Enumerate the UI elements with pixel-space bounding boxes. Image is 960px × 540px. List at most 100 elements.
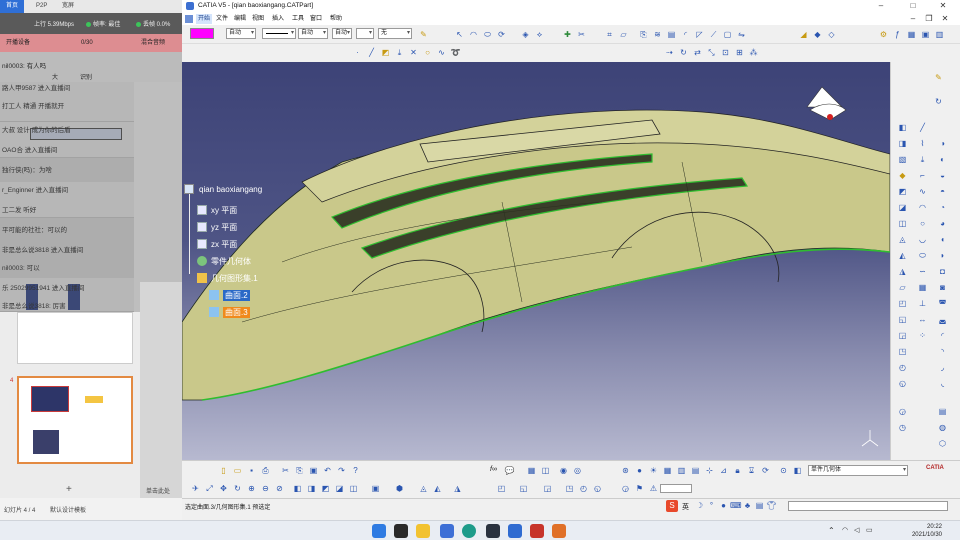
draft-icon[interactable]: ⟋: [708, 29, 719, 40]
ime-menu-icon[interactable]: ▤: [754, 500, 765, 511]
save-icon[interactable]: ▪: [246, 465, 257, 476]
tree-item-zx-plane[interactable]: zx 平面: [211, 239, 237, 250]
extrude-icon[interactable]: ⬭: [482, 29, 493, 40]
line-icon[interactable]: ╱: [366, 47, 377, 58]
tab-p2p[interactable]: P2P: [30, 0, 53, 13]
split-icon[interactable]: ✂: [576, 29, 587, 40]
split-surface-icon[interactable]: ◰: [897, 298, 908, 309]
material-icon[interactable]: ◉: [558, 465, 569, 476]
sweep-icon[interactable]: ◨: [897, 138, 908, 149]
projection-icon[interactable]: ⤓: [394, 47, 405, 58]
thicken-icon[interactable]: ▤: [666, 29, 677, 40]
law-icon[interactable]: ▦: [906, 29, 917, 40]
analysis-connect-icon[interactable]: ◶: [897, 406, 908, 417]
minimize-icon[interactable]: –: [876, 1, 886, 11]
tab-home[interactable]: 首页: [0, 0, 25, 13]
desktop-app-icon[interactable]: [440, 524, 454, 538]
knowledge-2-icon[interactable]: ◱: [518, 483, 529, 494]
history-icon[interactable]: ⌛︎: [746, 465, 757, 476]
draft-analysis-icon[interactable]: ◷: [897, 422, 908, 433]
blend-surface-icon[interactable]: ◭: [897, 250, 908, 261]
axis-to-axis-icon[interactable]: ⊞: [734, 47, 745, 58]
light-icon[interactable]: ☀: [648, 465, 659, 476]
power-input-field[interactable]: [788, 501, 948, 511]
catalog-icon[interactable]: ◴: [578, 483, 589, 494]
translate-surface-icon[interactable]: ◳: [897, 346, 908, 357]
front-view-icon[interactable]: ◗: [937, 250, 948, 261]
boundary-curve-icon[interactable]: ▱: [897, 282, 908, 293]
apply-material-icon[interactable]: ⊛: [620, 465, 631, 476]
rendering-combo[interactable]: 无: [378, 28, 412, 39]
line-tool-icon[interactable]: ╱: [917, 122, 928, 133]
edge-browser-icon[interactable]: [462, 524, 476, 538]
ime-punct-icon[interactable]: °: [706, 500, 717, 511]
file-explorer-icon[interactable]: [416, 524, 430, 538]
side-view-icon[interactable]: ◙: [937, 282, 948, 293]
menu-window[interactable]: 窗口: [308, 14, 324, 24]
affinity-icon[interactable]: ⊡: [720, 47, 731, 58]
tree-root[interactable]: qian baoxiangang: [199, 185, 262, 194]
whats-this-icon[interactable]: ?: [350, 465, 361, 476]
ime-skin-icon[interactable]: ♣: [742, 500, 753, 511]
menu-file[interactable]: 文件: [214, 14, 230, 24]
color-swatch[interactable]: [190, 28, 214, 39]
fillet-surface-icon[interactable]: ◱: [897, 314, 908, 325]
mirror-icon[interactable]: ⇋: [736, 29, 747, 40]
perspective-icon[interactable]: ◝: [937, 346, 948, 357]
shell-icon[interactable]: ▢: [722, 29, 733, 40]
dimension-icon[interactable]: ↔: [917, 314, 928, 325]
named-view-icon[interactable]: ◜: [937, 330, 948, 341]
note-placeholder[interactable]: 单击此处: [146, 486, 170, 495]
search-catalog-icon[interactable]: ◵: [592, 483, 603, 494]
fit-all-icon[interactable]: ⤢: [204, 483, 215, 494]
sketcher-icon[interactable]: ✎: [933, 72, 944, 83]
add-slide-button[interactable]: +: [66, 484, 72, 495]
normal-view-2-icon[interactable]: ⊘: [274, 483, 285, 494]
chordal-fillet-icon[interactable]: ◲: [897, 330, 908, 341]
conic-icon[interactable]: ◠: [917, 202, 928, 213]
cut-icon[interactable]: ✂: [280, 465, 291, 476]
circle-icon[interactable]: ○: [422, 47, 433, 58]
environment-icon[interactable]: ◰: [496, 483, 507, 494]
iso-view-icon[interactable]: ◖: [937, 234, 948, 245]
select-arrow-icon[interactable]: ↖: [454, 29, 465, 40]
offset-surface-icon[interactable]: ◆: [897, 170, 908, 181]
wifi-icon[interactable]: ◠: [842, 526, 848, 534]
thickness-combo[interactable]: 自动: [298, 28, 328, 39]
top-view-icon[interactable]: ◘: [937, 266, 948, 277]
fill-icon[interactable]: ◈: [520, 29, 531, 40]
fly-mode-icon[interactable]: ✈: [190, 483, 201, 494]
intersection-icon[interactable]: ✕: [408, 47, 419, 58]
body-switch-icon[interactable]: ◧: [792, 465, 803, 476]
macro-icon[interactable]: ◲: [542, 483, 553, 494]
ime-keyboard-icon[interactable]: ⌨: [730, 500, 742, 511]
compass-icon[interactable]: [806, 86, 847, 121]
multi-section-icon[interactable]: ▧: [897, 154, 908, 165]
section-plane-icon[interactable]: ◭: [432, 483, 443, 494]
repetition-icon[interactable]: ⁂: [748, 47, 759, 58]
trim-surface-icon[interactable]: ◫: [897, 218, 908, 229]
start-icon[interactable]: [372, 524, 386, 538]
rotate-surface-icon[interactable]: ◴: [897, 362, 908, 373]
grid-snap-icon[interactable]: ▦: [662, 465, 673, 476]
menu-edit[interactable]: 编辑: [232, 14, 248, 24]
scaling-icon[interactable]: ⤡: [706, 47, 717, 58]
spline-icon[interactable]: ∿: [436, 47, 447, 58]
task-view-icon[interactable]: [394, 524, 408, 538]
layer-combo[interactable]: [356, 28, 374, 39]
app-menu-icon[interactable]: [185, 15, 193, 23]
curvature-icon[interactable]: ◇: [826, 29, 837, 40]
swap-space-icon[interactable]: ◪: [334, 483, 345, 494]
extract-icon[interactable]: ⎘: [638, 29, 649, 40]
slide-thumbnail-selected[interactable]: [17, 376, 133, 464]
slide-thumbnail[interactable]: [17, 312, 133, 364]
chart-icon[interactable]: ◫: [540, 465, 551, 476]
ime-shirt-icon[interactable]: 👕︎: [766, 500, 777, 511]
join-icon[interactable]: ✚: [562, 29, 573, 40]
formula-icon[interactable]: ƒ: [892, 29, 903, 40]
view-mode-icon[interactable]: ◒: [937, 170, 948, 181]
tab-widescreen[interactable]: 宽屏: [56, 0, 80, 13]
sphere-icon[interactable]: ●: [634, 465, 645, 476]
heal-icon[interactable]: ◮: [897, 266, 908, 277]
terminal-icon[interactable]: [486, 524, 500, 538]
